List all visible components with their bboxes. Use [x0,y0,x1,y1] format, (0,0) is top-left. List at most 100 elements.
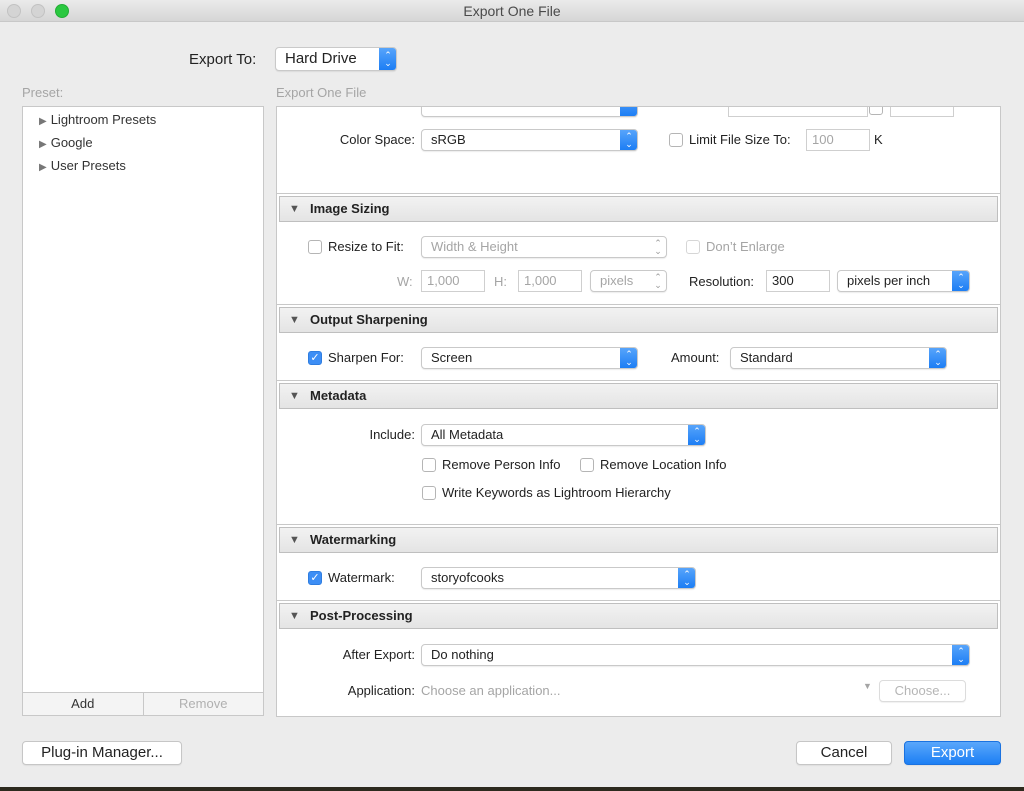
resolution-input[interactable]: 300 [766,270,830,292]
file-size-unit: K [874,132,883,147]
application-input[interactable]: Choose an application... [421,683,560,698]
disclosure-triangle-icon[interactable]: ▼ [289,384,300,408]
section-divider [277,380,1000,381]
height-label: H: [494,274,507,289]
export-to-value: Hard Drive [285,50,357,67]
file-format-select[interactable] [421,107,638,117]
width-label: W: [397,274,413,289]
remove-location-info-label: Remove Location Info [600,457,727,472]
watermark-value: storyofcooks [431,570,504,585]
color-space-value: sRGB [431,132,466,147]
size-unit-value: pixels [600,273,634,288]
resolution-unit-value: pixels per inch [847,273,931,288]
include-metadata-select[interactable]: All Metadata ⌃ ⌄ [421,424,706,446]
export-button[interactable]: Export [904,741,1001,765]
width-input[interactable]: 1,000 [421,270,485,292]
section-divider [277,600,1000,601]
watermarking-header[interactable]: ▼ Watermarking [279,527,998,553]
metadata-header[interactable]: ▼ Metadata [279,383,998,409]
select-stepper-icon: ⌃ ⌄ [620,130,637,150]
amount-select[interactable]: Standard ⌃ ⌄ [730,347,947,369]
settings-heading: Export One File [276,85,367,100]
limit-file-size-label: Limit File Size To: [689,132,791,147]
include-metadata-value: All Metadata [431,427,504,442]
preset-item-google[interactable]: ▶ Google [39,135,93,150]
resize-to-fit-label: Resize to Fit: [328,239,404,254]
metadata-title: Metadata [310,388,367,403]
image-sizing-title: Image Sizing [310,201,390,216]
disclosure-triangle-icon[interactable]: ▼ [289,604,300,628]
dont-enlarge-label: Don’t Enlarge [706,239,785,254]
add-preset-button[interactable]: Add [23,693,144,715]
plugin-manager-button[interactable]: Plug-in Manager... [22,741,182,765]
after-export-value: Do nothing [431,647,494,662]
after-export-select[interactable]: Do nothing ⌃ ⌄ [421,644,970,666]
remove-person-info-label: Remove Person Info [442,457,561,472]
image-sizing-header[interactable]: ▼ Image Sizing [279,196,998,222]
preset-list: ▶ Lightroom Presets ▶ Google ▶ User Presets… [22,106,264,716]
output-sharpening-title: Output Sharpening [310,312,428,327]
title-bar: Export One File [0,0,1024,22]
resize-mode-value: Width & Height [431,239,518,254]
select-stepper-icon [620,107,637,116]
dont-enlarge-checkbox[interactable] [686,240,700,254]
select-stepper-icon: ⌃ ⌄ [688,425,705,445]
disclosure-triangle-icon[interactable]: ▼ [289,197,300,221]
partial-checkbox[interactable] [869,107,883,115]
amount-value: Standard [740,350,793,365]
sharpen-for-value: Screen [431,350,473,365]
application-dropdown-icon[interactable]: ▼ [863,681,872,691]
height-input[interactable]: 1,000 [518,270,582,292]
select-stepper-icon: ⌃ ⌄ [654,238,662,256]
size-unit-select[interactable]: pixels ⌃ ⌄ [590,270,667,292]
output-sharpening-header[interactable]: ▼ Output Sharpening [279,307,998,333]
resolution-unit-select[interactable]: pixels per inch ⌃ ⌄ [837,270,970,292]
cancel-button[interactable]: Cancel [796,741,892,765]
watermark-label: Watermark: [328,570,395,585]
choose-application-button[interactable]: Choose... [879,680,966,702]
export-to-select[interactable]: Hard Drive ⌃ ⌄ [275,47,397,71]
export-settings-panel[interactable]: Color Space: sRGB ⌃ ⌄ Limit File Size To:… [276,106,1001,717]
post-processing-header[interactable]: ▼ Post-Processing [279,603,998,629]
color-space-select[interactable]: sRGB ⌃ ⌄ [421,129,638,151]
select-stepper-icon: ⌃ ⌄ [379,48,396,70]
quality-slider[interactable] [728,107,868,117]
disclosure-triangle-icon[interactable]: ▼ [289,308,300,332]
sharpen-for-checkbox[interactable]: ✓ [308,351,322,365]
disclosure-triangle-icon[interactable]: ▶ [39,116,47,127]
limit-file-size-input[interactable]: 100 [806,129,870,151]
include-label: Include: [369,427,415,442]
preset-item-user-presets[interactable]: ▶ User Presets [39,158,126,173]
watermark-select[interactable]: storyofcooks ⌃ ⌄ [421,567,696,589]
disclosure-triangle-icon[interactable]: ▶ [39,162,47,173]
color-space-label: Color Space: [339,132,415,147]
limit-file-size-checkbox[interactable] [669,133,683,147]
preset-button-bar: Add Remove [23,692,263,715]
post-processing-title: Post-Processing [310,608,413,623]
resize-to-fit-checkbox[interactable] [308,240,322,254]
preset-item-lightroom-presets[interactable]: ▶ Lightroom Presets [39,112,156,127]
sharpen-for-select[interactable]: Screen ⌃ ⌄ [421,347,638,369]
preset-item-label: Google [50,135,93,150]
select-stepper-icon: ⌃ ⌄ [620,348,637,368]
window-title: Export One File [463,3,561,19]
amount-label: Amount: [671,350,720,365]
select-stepper-icon: ⌃ ⌄ [952,645,969,665]
remove-location-info-checkbox[interactable] [580,458,594,472]
partial-field[interactable] [890,107,954,117]
preset-label: Preset: [22,85,64,100]
resize-mode-select[interactable]: Width & Height ⌃ ⌄ [421,236,667,258]
select-stepper-icon: ⌃ ⌄ [952,271,969,291]
section-divider [277,193,1000,194]
select-stepper-icon: ⌃ ⌄ [678,568,695,588]
disclosure-triangle-icon[interactable]: ▼ [289,528,300,552]
watermark-checkbox[interactable]: ✓ [308,571,322,585]
section-divider [277,524,1000,525]
write-keywords-checkbox[interactable] [422,486,436,500]
remove-preset-button[interactable]: Remove [144,693,264,715]
disclosure-triangle-icon[interactable]: ▶ [39,139,47,150]
remove-person-info-checkbox[interactable] [422,458,436,472]
write-keywords-label: Write Keywords as Lightroom Hierarchy [442,485,671,500]
sharpen-for-label: Sharpen For: [328,350,404,365]
application-label: Application: [347,683,415,698]
